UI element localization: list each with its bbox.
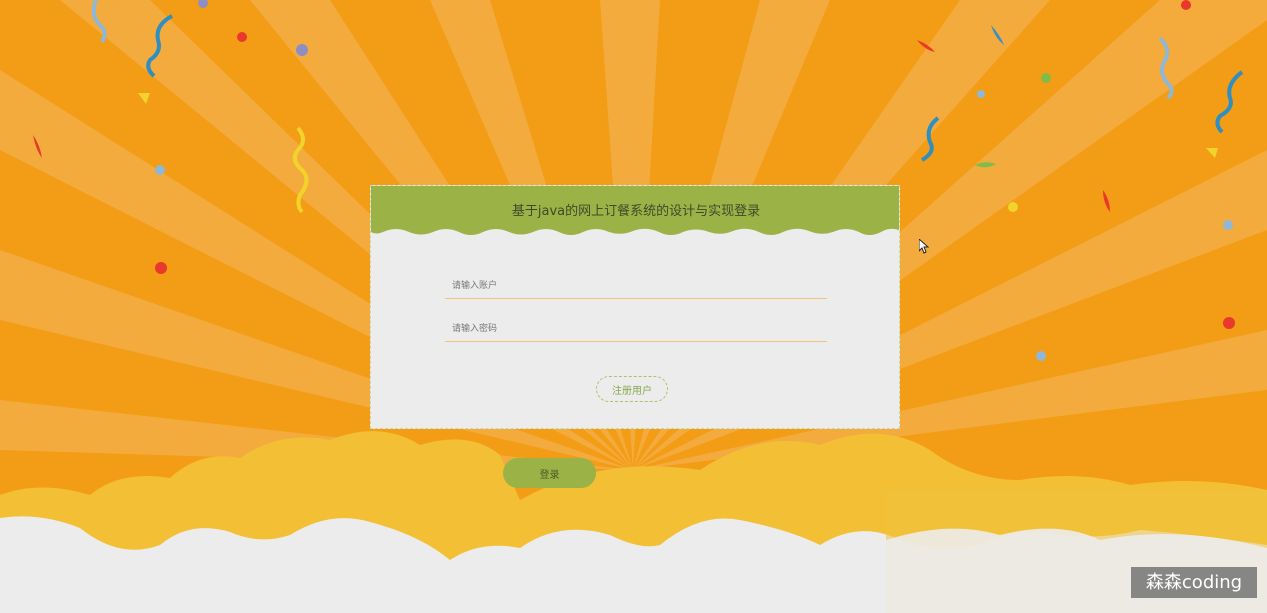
page-title: 基于java的网上订餐系统的设计与实现登录 <box>511 204 761 219</box>
login-button[interactable]: 登录 <box>503 458 596 488</box>
username-input[interactable] <box>445 273 827 299</box>
login-card: 基于java的网上订餐系统的设计与实现登录 注册用户 <box>370 185 900 429</box>
card-header: 基于java的网上订餐系统的设计与实现登录 <box>371 186 899 240</box>
password-input[interactable] <box>445 316 827 342</box>
register-button[interactable]: 注册用户 <box>596 376 668 402</box>
mouse-cursor-icon <box>919 239 929 254</box>
watermark: 森森coding <box>1131 567 1257 598</box>
